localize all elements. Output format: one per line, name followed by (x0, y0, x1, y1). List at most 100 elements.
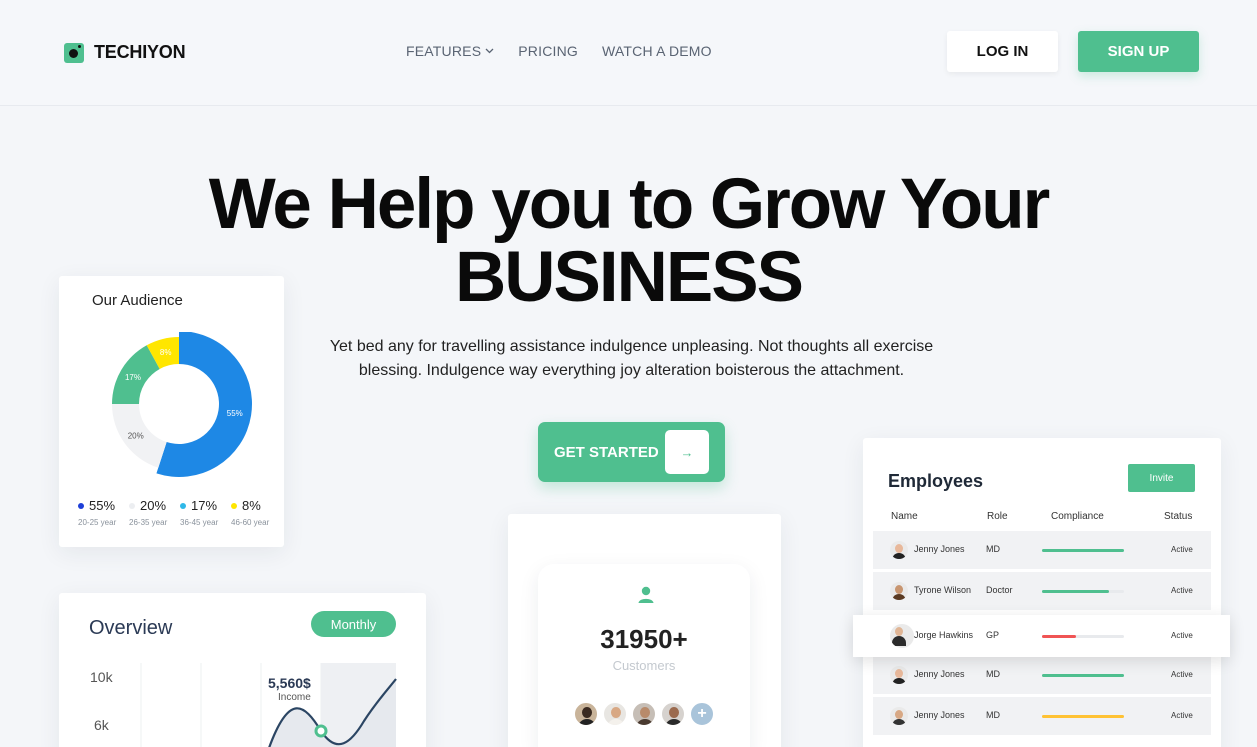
audience-donut-chart: 55% 20% 17% 8% (112, 332, 252, 477)
legend-range: 20-25 year (78, 518, 117, 527)
employee-role: MD (986, 544, 1000, 554)
donut-data-label: 20% (128, 431, 144, 440)
legend-value: 20% (140, 498, 167, 513)
employee-name: Jenny Jones (914, 710, 965, 720)
login-button[interactable]: LOG IN (947, 31, 1058, 72)
legend-range: 46-60 year (231, 518, 270, 527)
main-nav: FEATURES PRICING WATCH A DEMO (406, 43, 712, 59)
employee-role: GP (986, 630, 1000, 640)
site-header: TECHIYON FEATURES PRICING WATCH A DEMO L… (0, 0, 1257, 106)
employee-name: Jenny Jones (914, 669, 965, 679)
avatar (890, 707, 908, 725)
compliance-bar (1042, 549, 1124, 552)
get-started-button[interactable]: GET STARTED → (538, 422, 725, 482)
hero-title-line1: We Help you to Grow Your (208, 165, 1051, 244)
avatar (890, 541, 908, 559)
legend-dot (129, 502, 135, 509)
overview-title: Overview (89, 617, 173, 639)
table-row[interactable]: Jenny Jones MD Active (873, 656, 1211, 694)
legend-item: 20% 26-35 year (129, 498, 167, 527)
employee-status: Active (1171, 670, 1193, 679)
legend-item: 8% 46-60 year (231, 498, 269, 527)
employee-name: Jenny Jones (914, 544, 965, 554)
legend-dot (231, 502, 237, 509)
nav-item-label: FEATURES (406, 43, 482, 59)
column-header-role: Role (987, 511, 1008, 522)
logo-icon (64, 42, 84, 63)
employee-status: Active (1171, 586, 1193, 595)
hero-subtitle-line1: Yet bed any for travelling assistance in… (329, 338, 934, 355)
compliance-bar (1042, 674, 1124, 677)
legend-range: 36-45 year (180, 518, 219, 527)
legend-value: 17% (191, 498, 218, 513)
audience-title: Our Audience (92, 292, 183, 309)
audience-card: Our Audience 55% 20% 17% 8% 55% 20-25 year … (59, 276, 284, 547)
customer-avatars: + (573, 701, 718, 727)
compliance-bar (1042, 715, 1124, 718)
employee-status: Active (1171, 711, 1193, 720)
legend-value: 55% (89, 498, 116, 513)
compliance-fill (1042, 590, 1110, 593)
legend-item: 55% 20-25 year (78, 498, 116, 527)
legend-value: 8% (242, 498, 261, 513)
plus-icon[interactable]: + (689, 701, 715, 727)
legend-item: 17% 36-45 year (180, 498, 218, 527)
y-tick-label: 6k (94, 717, 109, 733)
employee-status: Active (1171, 631, 1193, 640)
employee-name: Tyrone Wilson (914, 585, 972, 595)
compliance-fill (1042, 674, 1124, 677)
compliance-fill (1042, 635, 1077, 638)
table-row[interactable]: Tyrone Wilson Doctor Active (873, 572, 1211, 610)
avatar (890, 582, 908, 600)
employee-role: MD (986, 710, 1000, 720)
column-header-status: Status (1164, 511, 1193, 522)
nav-item-pricing[interactable]: PRICING (518, 43, 578, 59)
table-row[interactable]: Jenny Jones MD Active (873, 531, 1211, 569)
donut-data-label: 17% (125, 373, 141, 382)
hero-subtitle: Yet bed any for travelling assistance in… (300, 335, 963, 383)
user-icon (627, 579, 665, 611)
employees-title: Employees (888, 471, 984, 491)
highlight-value: 5,560$ (268, 675, 311, 691)
highlight-label: Income (278, 692, 311, 703)
nav-item-features[interactable]: FEATURES (406, 43, 494, 59)
customers-inner-card: 31950+ Customers + (538, 564, 750, 747)
customers-card: 31950+ Customers + (508, 514, 781, 747)
legend-dot (180, 502, 186, 509)
brand-name: TECHIYON (94, 42, 186, 62)
hero-subtitle-line2: blessing. Indulgence way everything joy … (358, 362, 905, 379)
compliance-bar (1042, 635, 1124, 638)
table-row[interactable]: Jenny Jones MD Active (873, 697, 1211, 735)
employee-status: Active (1171, 545, 1193, 554)
employees-card: Employees Invite Name Role Compliance St… (853, 438, 1230, 747)
donut-data-label: 8% (160, 348, 172, 357)
avatar[interactable] (631, 701, 657, 727)
avatar[interactable] (573, 701, 599, 727)
legend-dot (78, 502, 84, 509)
column-header-name: Name (891, 511, 918, 522)
employee-role: MD (986, 669, 1000, 679)
avatar[interactable] (660, 701, 686, 727)
arrow-right-icon: → (665, 430, 709, 474)
employee-name: Jorge Hawkins (914, 630, 974, 640)
legend-range: 26-35 year (129, 518, 168, 527)
avatar (890, 666, 908, 684)
avatar[interactable] (602, 701, 628, 727)
table-row[interactable]: Jorge Hawkins GP Active (853, 615, 1230, 657)
compliance-fill (1042, 549, 1124, 552)
chevron-down-icon (485, 48, 494, 54)
compliance-fill (1042, 715, 1124, 718)
y-tick-label: 10k (90, 669, 113, 685)
avatar (890, 624, 914, 648)
compliance-bar (1042, 590, 1124, 593)
employee-role: Doctor (986, 585, 1013, 595)
nav-item-watch-demo[interactable]: WATCH A DEMO (602, 43, 712, 59)
data-point[interactable] (314, 724, 328, 738)
invite-button[interactable]: Invite (1128, 464, 1195, 492)
get-started-label: GET STARTED (554, 444, 659, 461)
brand-logo[interactable]: TECHIYON (64, 42, 186, 63)
signup-button[interactable]: SIGN UP (1078, 31, 1199, 72)
customers-count: 31950+ (600, 624, 688, 654)
period-button[interactable]: Monthly (311, 611, 396, 637)
column-header-compliance: Compliance (1051, 511, 1104, 522)
